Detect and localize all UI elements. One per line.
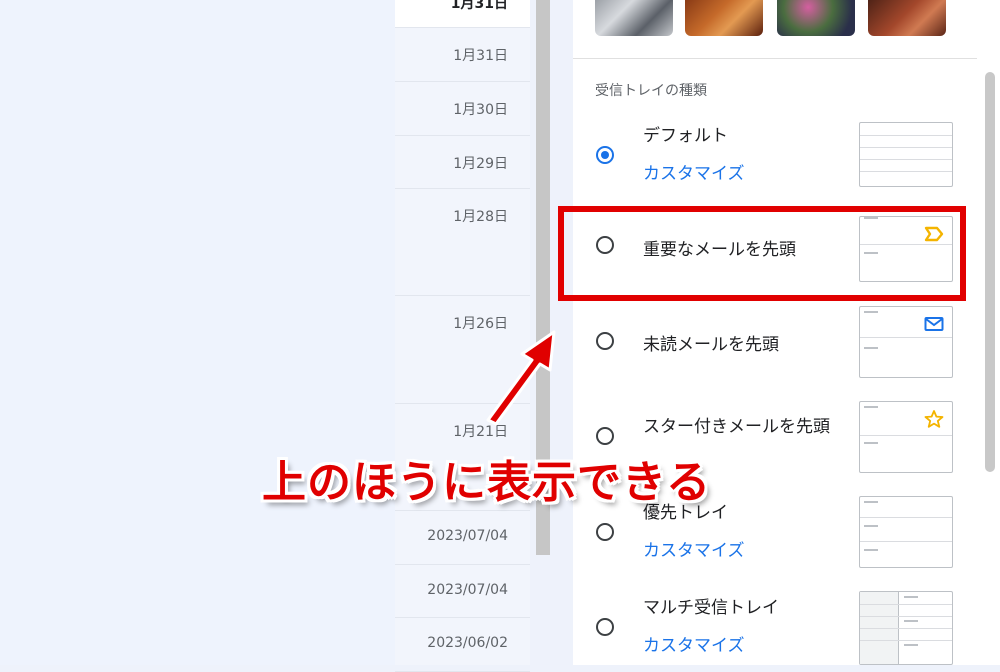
theme-thumbnail-pencils[interactable] (777, 0, 855, 36)
divider (573, 58, 977, 59)
radio-starred-first[interactable] (596, 427, 614, 445)
preview-unread-first (859, 306, 953, 378)
mail-row[interactable]: 1月31日 (395, 28, 530, 82)
inbox-type-title: 受信トレイの種類 (595, 83, 707, 99)
customize-link-multiple-inboxes[interactable]: カスタマイズ (643, 631, 745, 656)
customize-link-default[interactable]: カスタマイズ (643, 159, 745, 184)
annotation-arrow-icon (486, 330, 556, 426)
option-label-multiple-inboxes[interactable]: マルチ受信トレイ (643, 593, 779, 618)
quick-settings-panel: 受信トレイの種類 デフォルト カスタマイズ 重要なメールを先頭 未読メールを先頭… (573, 0, 1000, 665)
preview-multiple-inboxes (859, 591, 953, 665)
mail-row[interactable]: 2023/07/04 (395, 511, 530, 565)
radio-default[interactable] (596, 146, 614, 164)
settings-scrollbar[interactable] (985, 72, 995, 472)
option-label-default[interactable]: デフォルト (643, 121, 728, 146)
mail-date: 2023/06/02 (427, 635, 508, 651)
mail-row[interactable]: 2023/06/02 (395, 618, 530, 672)
mail-date: 1月28日 (453, 209, 508, 225)
radio-unread-first[interactable] (596, 332, 614, 350)
theme-thumbnail-pipes[interactable] (595, 0, 673, 36)
mail-date: 1月31日 (450, 0, 508, 12)
mail-date: 2023/07/04 (427, 528, 508, 544)
theme-thumbnail-canyon[interactable] (868, 0, 946, 36)
annotation-text: 上のほうに表示できる (262, 457, 712, 508)
highlight-box (558, 206, 966, 301)
mail-date: 1月30日 (453, 102, 508, 118)
mail-row[interactable]: 1月28日 (395, 189, 530, 296)
radio-multiple-inboxes[interactable] (596, 618, 614, 636)
preview-default (859, 122, 953, 187)
mail-row[interactable]: 1月30日 (395, 82, 530, 136)
mail-row[interactable]: 1月31日 (395, 0, 530, 28)
star-icon (924, 410, 944, 428)
mail-icon (924, 317, 944, 331)
preview-priority-inbox (859, 496, 953, 568)
mail-row[interactable]: 1月29日 (395, 136, 530, 189)
mail-date: 1月29日 (453, 156, 508, 172)
mail-date: 2023/07/04 (427, 582, 508, 598)
left-background (0, 0, 395, 665)
option-label-starred-first[interactable]: スター付きメールを先頭 (643, 412, 830, 437)
customize-link-priority-inbox[interactable]: カスタマイズ (643, 536, 745, 561)
option-label-unread-first[interactable]: 未読メールを先頭 (643, 330, 779, 355)
mail-row[interactable]: 2023/07/04 (395, 565, 530, 618)
radio-priority-inbox[interactable] (596, 523, 614, 541)
preview-starred-first (859, 401, 953, 473)
theme-thumbnail-leaves[interactable] (685, 0, 763, 36)
mail-date: 1月31日 (453, 48, 508, 64)
